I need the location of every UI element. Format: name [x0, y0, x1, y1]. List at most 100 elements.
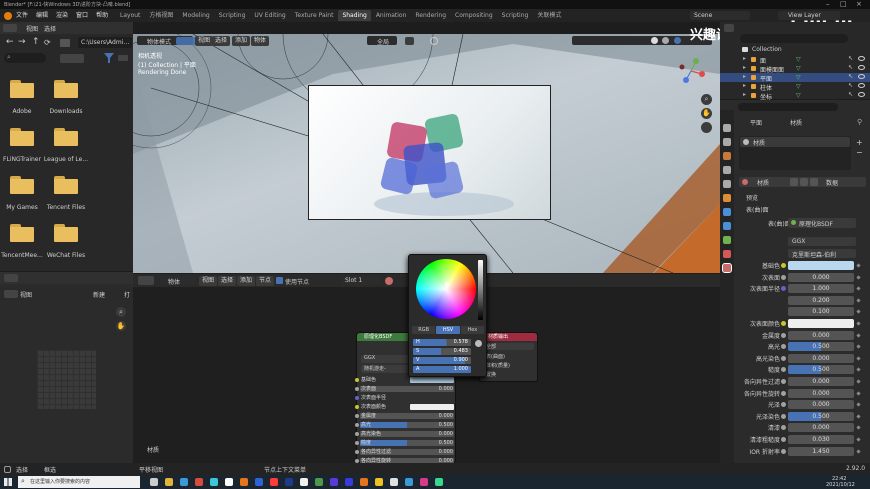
taskbar-app-icon[interactable] — [330, 478, 338, 486]
eyedropper-icon[interactable] — [475, 340, 482, 347]
render-tab-icon[interactable] — [723, 138, 731, 146]
color-wheel[interactable] — [416, 259, 476, 319]
property-value[interactable]: 0.000 — [788, 423, 854, 433]
preview-section-header[interactable]: 预览 — [746, 193, 758, 202]
scene-selector[interactable]: Scene — [690, 11, 750, 20]
pin-icon[interactable]: ⚲ — [857, 118, 862, 126]
keyframe-dot-icon[interactable] — [856, 367, 861, 373]
taskbar-app-icon[interactable] — [240, 478, 248, 486]
workspace-tab[interactable]: Compositing — [451, 10, 497, 21]
keyframe-dot-icon[interactable] — [856, 321, 861, 326]
bsdf-input-row[interactable]: 各向异性过滤 0.000 — [355, 448, 456, 456]
socket-dot[interactable] — [355, 378, 359, 382]
unlink-icon[interactable] — [810, 178, 818, 186]
folder-label[interactable]: League of Le... — [36, 156, 96, 163]
socket-dot[interactable] — [781, 274, 786, 280]
fake-user-icon[interactable] — [790, 178, 798, 186]
output-target-dropdown[interactable]: 全部 — [483, 343, 534, 350]
taskbar-app-icon[interactable] — [255, 478, 263, 486]
workspace-tab[interactable]: UV Editing — [250, 10, 289, 21]
expand-arrow-icon[interactable]: ▸ — [743, 91, 746, 98]
taskbar-app-icon[interactable] — [375, 478, 383, 486]
surface-section-header[interactable]: 表(曲)面 — [746, 205, 769, 214]
property-row[interactable]: 清漆 0.000 — [740, 423, 861, 433]
keyframe-dot-icon[interactable] — [856, 414, 861, 419]
property-value[interactable]: 1.000 — [788, 284, 854, 294]
outliner-item[interactable]: ▸ 柱体 ▽ ↖ — [720, 82, 870, 92]
taskbar-app-icon[interactable] — [195, 478, 203, 486]
bsdf-input-row[interactable]: 高光 0.500 — [355, 421, 456, 429]
property-row[interactable]: 高光染色 0.000 — [740, 353, 861, 364]
bsdf-input-row[interactable]: 高光染色 0.000 — [355, 430, 456, 438]
bsdf-input-row[interactable]: 次表面颜色 — [355, 403, 456, 411]
taskbar-app-icon[interactable] — [270, 478, 278, 486]
workspace-tab[interactable]: Texture Paint — [291, 10, 338, 21]
workspace-tab[interactable]: Scripting — [215, 10, 250, 21]
keyframe-dot-icon[interactable] — [856, 448, 861, 454]
folder-icon[interactable] — [54, 224, 78, 242]
scene-tab-icon[interactable] — [723, 180, 731, 188]
taskbar-app-icon[interactable] — [210, 478, 218, 486]
property-row[interactable]: 0.100 — [740, 307, 861, 317]
vp-camera-icon[interactable] — [701, 122, 712, 133]
taskbar-app-icon[interactable] — [390, 478, 398, 486]
taskbar-app-icon[interactable] — [405, 478, 413, 486]
bsdf-input-row[interactable]: 金属度 0.000 — [355, 412, 456, 420]
socket-dot[interactable] — [781, 367, 786, 373]
keyframe-dot-icon[interactable] — [856, 437, 861, 442]
color-field[interactable]: V 0.900 — [413, 357, 471, 364]
folder-icon[interactable] — [54, 176, 78, 194]
workspace-tab[interactable]: 方格视图 — [145, 10, 177, 21]
refresh-icon[interactable]: ⟳ — [44, 38, 51, 47]
bsdf-input-row[interactable]: 次表面 0.000 — [355, 385, 456, 393]
parent-dir-icon[interactable]: ↑ — [32, 38, 40, 47]
socket-dot[interactable] — [781, 425, 786, 431]
navigation-gizmo[interactable] — [676, 56, 706, 86]
property-value[interactable]: 0.000 — [788, 272, 854, 282]
image-editor-type-icon[interactable] — [4, 274, 18, 282]
hand-pan-icon[interactable]: ✋ — [116, 321, 126, 331]
property-value[interactable]: 0.000 — [788, 388, 854, 398]
back-arrow-icon[interactable]: ← — [6, 38, 14, 47]
vp-menu-view[interactable]: 视图 — [195, 36, 214, 46]
property-value[interactable]: 0.000 — [788, 377, 854, 386]
socket-dot[interactable] — [355, 441, 359, 445]
property-row[interactable]: 基础色 — [740, 261, 861, 271]
folder-icon[interactable] — [54, 128, 78, 146]
bsdf-input-row[interactable]: 糙度 0.500 — [355, 439, 456, 447]
property-value[interactable]: 0.030 — [788, 435, 854, 444]
windows-start-icon[interactable] — [4, 478, 12, 486]
property-value[interactable]: 0.500 — [788, 365, 854, 375]
distribution-dropdown[interactable]: GGX — [788, 237, 856, 246]
new-folder-icon[interactable] — [60, 39, 70, 47]
eye-icon[interactable] — [858, 65, 865, 70]
property-row[interactable]: 各向异性旋转 0.000 — [740, 388, 861, 399]
keyframe-dot-icon[interactable] — [856, 298, 861, 303]
keyframe-dot-icon[interactable] — [856, 309, 861, 315]
socket-dot[interactable] — [781, 332, 786, 338]
keyframe-dot-icon[interactable] — [856, 286, 861, 291]
color-swatch[interactable] — [788, 261, 854, 270]
workspace-tab[interactable]: Shading — [338, 10, 371, 21]
vp-zoom-icon[interactable]: ⌕ — [701, 94, 712, 105]
taskbar-app-icon[interactable] — [165, 478, 173, 486]
taskbar-app-icon[interactable] — [420, 478, 428, 486]
shading-rendered-icon[interactable] — [674, 37, 681, 44]
slot-add-icon[interactable]: + — [856, 138, 863, 147]
slot-remove-icon[interactable]: − — [856, 148, 863, 157]
color-mode-tab[interactable]: Hex — [460, 326, 484, 334]
menu-item[interactable]: 渲染 — [56, 11, 68, 21]
modifier-icon[interactable]: ▽ — [796, 74, 801, 81]
property-value[interactable]: 0.000 — [788, 400, 854, 410]
property-row[interactable]: 高光 0.500 — [740, 342, 861, 352]
duplicate-icon[interactable] — [800, 178, 808, 186]
fb-options-icon[interactable] — [118, 55, 128, 61]
ie-menu-view[interactable]: 视图 — [20, 290, 32, 299]
socket-dot[interactable] — [781, 437, 786, 442]
particle-tab-icon[interactable] — [723, 236, 731, 244]
taskbar-app-icon[interactable] — [285, 478, 293, 486]
properties-search[interactable] — [738, 103, 838, 111]
material-slot-item[interactable]: 材质 — [740, 137, 850, 147]
ie-open-button[interactable]: 打 — [124, 290, 130, 299]
select-arrow-icon[interactable]: ↖ — [848, 91, 853, 98]
